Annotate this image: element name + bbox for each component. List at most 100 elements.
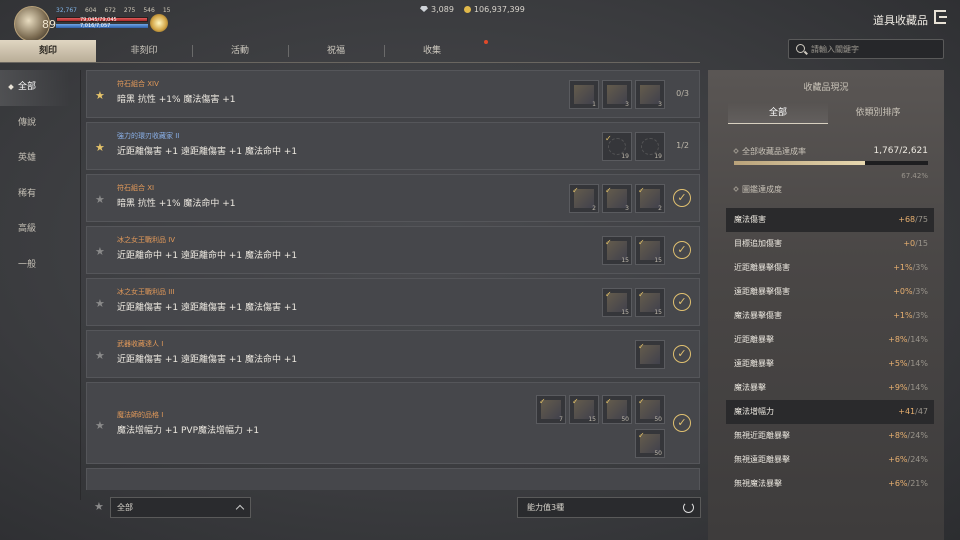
stat-row[interactable]: 近距離暴擊 +8%/14% (726, 328, 934, 352)
search-input[interactable] (811, 43, 939, 56)
search-box[interactable] (788, 39, 944, 59)
stat-row[interactable]: 遠距離暴擊傷害 +0%/3% (726, 280, 934, 304)
item-slot[interactable]: ✓ 7 (536, 395, 566, 424)
item-slot[interactable]: ✓ 15 (602, 288, 632, 317)
stat-row[interactable]: 魔法傷害 +68/75 (726, 208, 934, 232)
item-slot[interactable]: ✓ 2 (569, 184, 599, 213)
stat-row[interactable]: 無視魔法暴擊 +6%/21% (726, 472, 934, 496)
collection-row[interactable]: ★ 符石組合 XIV 暗黑 抗性 +1% 魔法傷害 +1 1 3 3 0/3 (86, 70, 700, 118)
completed-check-icon: ✓ (673, 414, 691, 432)
collection-row[interactable]: ★ 武器收藏達人 I 近距離傷害 +1 遠距離傷害 +1 魔法命中 +1 ✓ ✓ (86, 330, 700, 378)
grade-filter-select[interactable]: 全部 (110, 497, 251, 518)
stat-row[interactable]: 魔法暴擊傷害 +1%/3% (726, 304, 934, 328)
collection-list[interactable]: ★ 符石組合 XIV 暗黑 抗性 +1% 魔法傷害 +1 1 3 3 0/3 ★ 強力的環刃收藏… (86, 70, 700, 490)
item-slot[interactable]: 3 (635, 80, 665, 109)
favorite-star-icon[interactable]: ★ (95, 245, 105, 258)
check-icon: ✓ (638, 290, 645, 299)
item-slot[interactable]: ✓ (635, 340, 665, 369)
favorite-star-icon[interactable]: ★ (95, 89, 105, 102)
item-slot[interactable]: ✓ 2 (635, 184, 665, 213)
tab-event[interactable]: 活動 (192, 40, 288, 62)
collection-category: 武器收藏達人 I (117, 340, 164, 348)
collection-row[interactable]: ★ 符石組合 XI 暗黑 抗性 +1% 魔法命中 +1 ✓ 2 ✓ 3 ✓ 2 ✓ (86, 174, 700, 222)
stat-row[interactable]: 目標追加傷害 +0/15 (726, 232, 934, 256)
item-slot[interactable]: ✓ 50 (635, 395, 665, 424)
favorite-star-icon[interactable]: ★ (95, 349, 105, 362)
gold-coin-icon (463, 6, 471, 13)
item-slots: 1 3 3 (569, 80, 665, 109)
stat-current: +8% (888, 335, 908, 344)
item-count: 15 (588, 416, 596, 423)
total-completion-bar (734, 161, 928, 165)
collection-category: 符石組合 XIV (117, 80, 159, 88)
stat-row[interactable]: 近距離暴擊傷害 +1%/3% (726, 256, 934, 280)
tab-collect[interactable]: 收集 (384, 40, 480, 62)
sidebar-item-advanced[interactable]: 高級 (0, 212, 70, 248)
buff-orb-icon[interactable] (150, 14, 168, 32)
favorite-star-icon[interactable]: ★ (95, 193, 105, 206)
stat-row[interactable]: 無視遠距離暴擊 +6%/24% (726, 448, 934, 472)
collection-progress: 1/2 (676, 141, 689, 150)
stat-row[interactable]: 遠距離暴擊 +5%/14% (726, 352, 934, 376)
stat-list[interactable]: 魔法傷害 +68/75 目標追加傷害 +0/15 近距離暴擊傷害 +1%/3% 遠距離暴擊傷… (726, 208, 934, 496)
item-count: 15 (654, 257, 662, 264)
favorite-filter-star-icon[interactable]: ★ (94, 500, 104, 513)
stat-current: +5% (888, 359, 908, 368)
check-icon: ✓ (638, 342, 645, 351)
sidebar-item-legend[interactable]: 傳說 (0, 106, 70, 142)
tab-non-engraved[interactable]: 非刻印 (96, 40, 192, 62)
favorite-star-icon[interactable]: ★ (95, 297, 105, 310)
item-slot[interactable]: 1 (569, 80, 599, 109)
item-icon (640, 85, 660, 104)
item-slot[interactable]: 19 (635, 132, 665, 161)
item-slot[interactable]: ✓ 15 (635, 288, 665, 317)
item-slot[interactable]: ✓ 15 (569, 395, 599, 424)
character-stats: 32,767 604 672 275 546 15 (56, 7, 170, 14)
favorite-star-icon[interactable]: ★ (95, 141, 105, 154)
stat-current: +68 (898, 215, 916, 224)
item-slot[interactable]: ✓ 19 (602, 132, 632, 161)
item-slot[interactable]: ✓ 3 (602, 184, 632, 213)
item-slot[interactable]: ✓ 15 (602, 236, 632, 265)
item-slot[interactable]: ✓ 50 (602, 395, 632, 424)
stat-row[interactable]: 魔法暴擊 +9%/14% (726, 376, 934, 400)
sidebar-item-hero[interactable]: 英雄 (0, 141, 70, 177)
item-slot[interactable]: ✓ 50 (635, 429, 665, 458)
stat-name: 魔法暴擊傷害 (734, 311, 782, 320)
favorite-star-icon[interactable]: ★ (95, 419, 105, 432)
refresh-icon[interactable] (683, 502, 694, 513)
stat-row[interactable]: 魔法增幅力 +41/47 (726, 400, 934, 424)
collection-effect: 近距離傷害 +1 遠距離傷害 +1 魔法命中 +1 (117, 147, 298, 157)
collection-row[interactable]: ★ 魔法師的品格 I 魔法增幅力 +1 PVP魔法增幅力 +1 ✓ 7 ✓ 15 ✓ 50 ✓ 50… (86, 382, 700, 464)
collection-row[interactable]: ★ 冰之女王戰利品 III 近距離傷害 +1 遠距離傷害 +1 魔法傷害 +1 ✓ 15… (86, 278, 700, 326)
collection-row[interactable]: ★ 冰之女王戰利品 IV 近距離命中 +1 遠距離命中 +1 魔法命中 +1 ✓ 15 ✓… (86, 226, 700, 274)
tab-blessing[interactable]: 祝福 (288, 40, 384, 62)
collection-effect: 魔法增幅力 +1 PVP魔法增幅力 +1 (117, 426, 260, 436)
tab-engraved[interactable]: 刻印 (0, 40, 96, 62)
top-hud: 89 32,767 604 672 275 546 15 79,045/79,0… (0, 0, 960, 42)
panel-tab-all[interactable]: 全部 (728, 102, 828, 124)
panel-tab-by-category[interactable]: 依類別排序 (828, 102, 928, 124)
item-slot[interactable]: 3 (602, 80, 632, 109)
stat-max: /24% (907, 455, 928, 464)
item-slot[interactable]: ✓ 15 (635, 236, 665, 265)
collection-row[interactable] (86, 468, 700, 490)
check-icon: ✓ (605, 134, 612, 143)
exit-icon[interactable] (934, 10, 947, 24)
page-title: 道具收藏品 (873, 14, 928, 27)
sidebar-item-rare[interactable]: 稀有 (0, 177, 70, 213)
stat-6: 15 (162, 7, 171, 14)
collection-row[interactable]: ★ 強力的環刃收藏家 II 近距離傷害 +1 遠距離傷害 +1 魔法命中 +1 ✓ 19… (86, 122, 700, 170)
stat-filter-select[interactable]: 能力值3種 (517, 497, 701, 518)
sidebar-item-all[interactable]: 全部 (0, 70, 70, 106)
stat-value: +6%/24% (888, 448, 928, 472)
item-count: 50 (621, 416, 629, 423)
stat-value: +8%/24% (888, 424, 928, 448)
completed-check-icon: ✓ (673, 293, 691, 311)
stat-row[interactable]: 無視近距離暴擊 +8%/24% (726, 424, 934, 448)
item-count: 7 (559, 416, 563, 423)
total-completion-percent: 67.42% (901, 172, 928, 180)
item-count: 15 (654, 309, 662, 316)
sidebar-item-normal[interactable]: 一般 (0, 248, 70, 284)
sidebar-divider (80, 70, 81, 500)
